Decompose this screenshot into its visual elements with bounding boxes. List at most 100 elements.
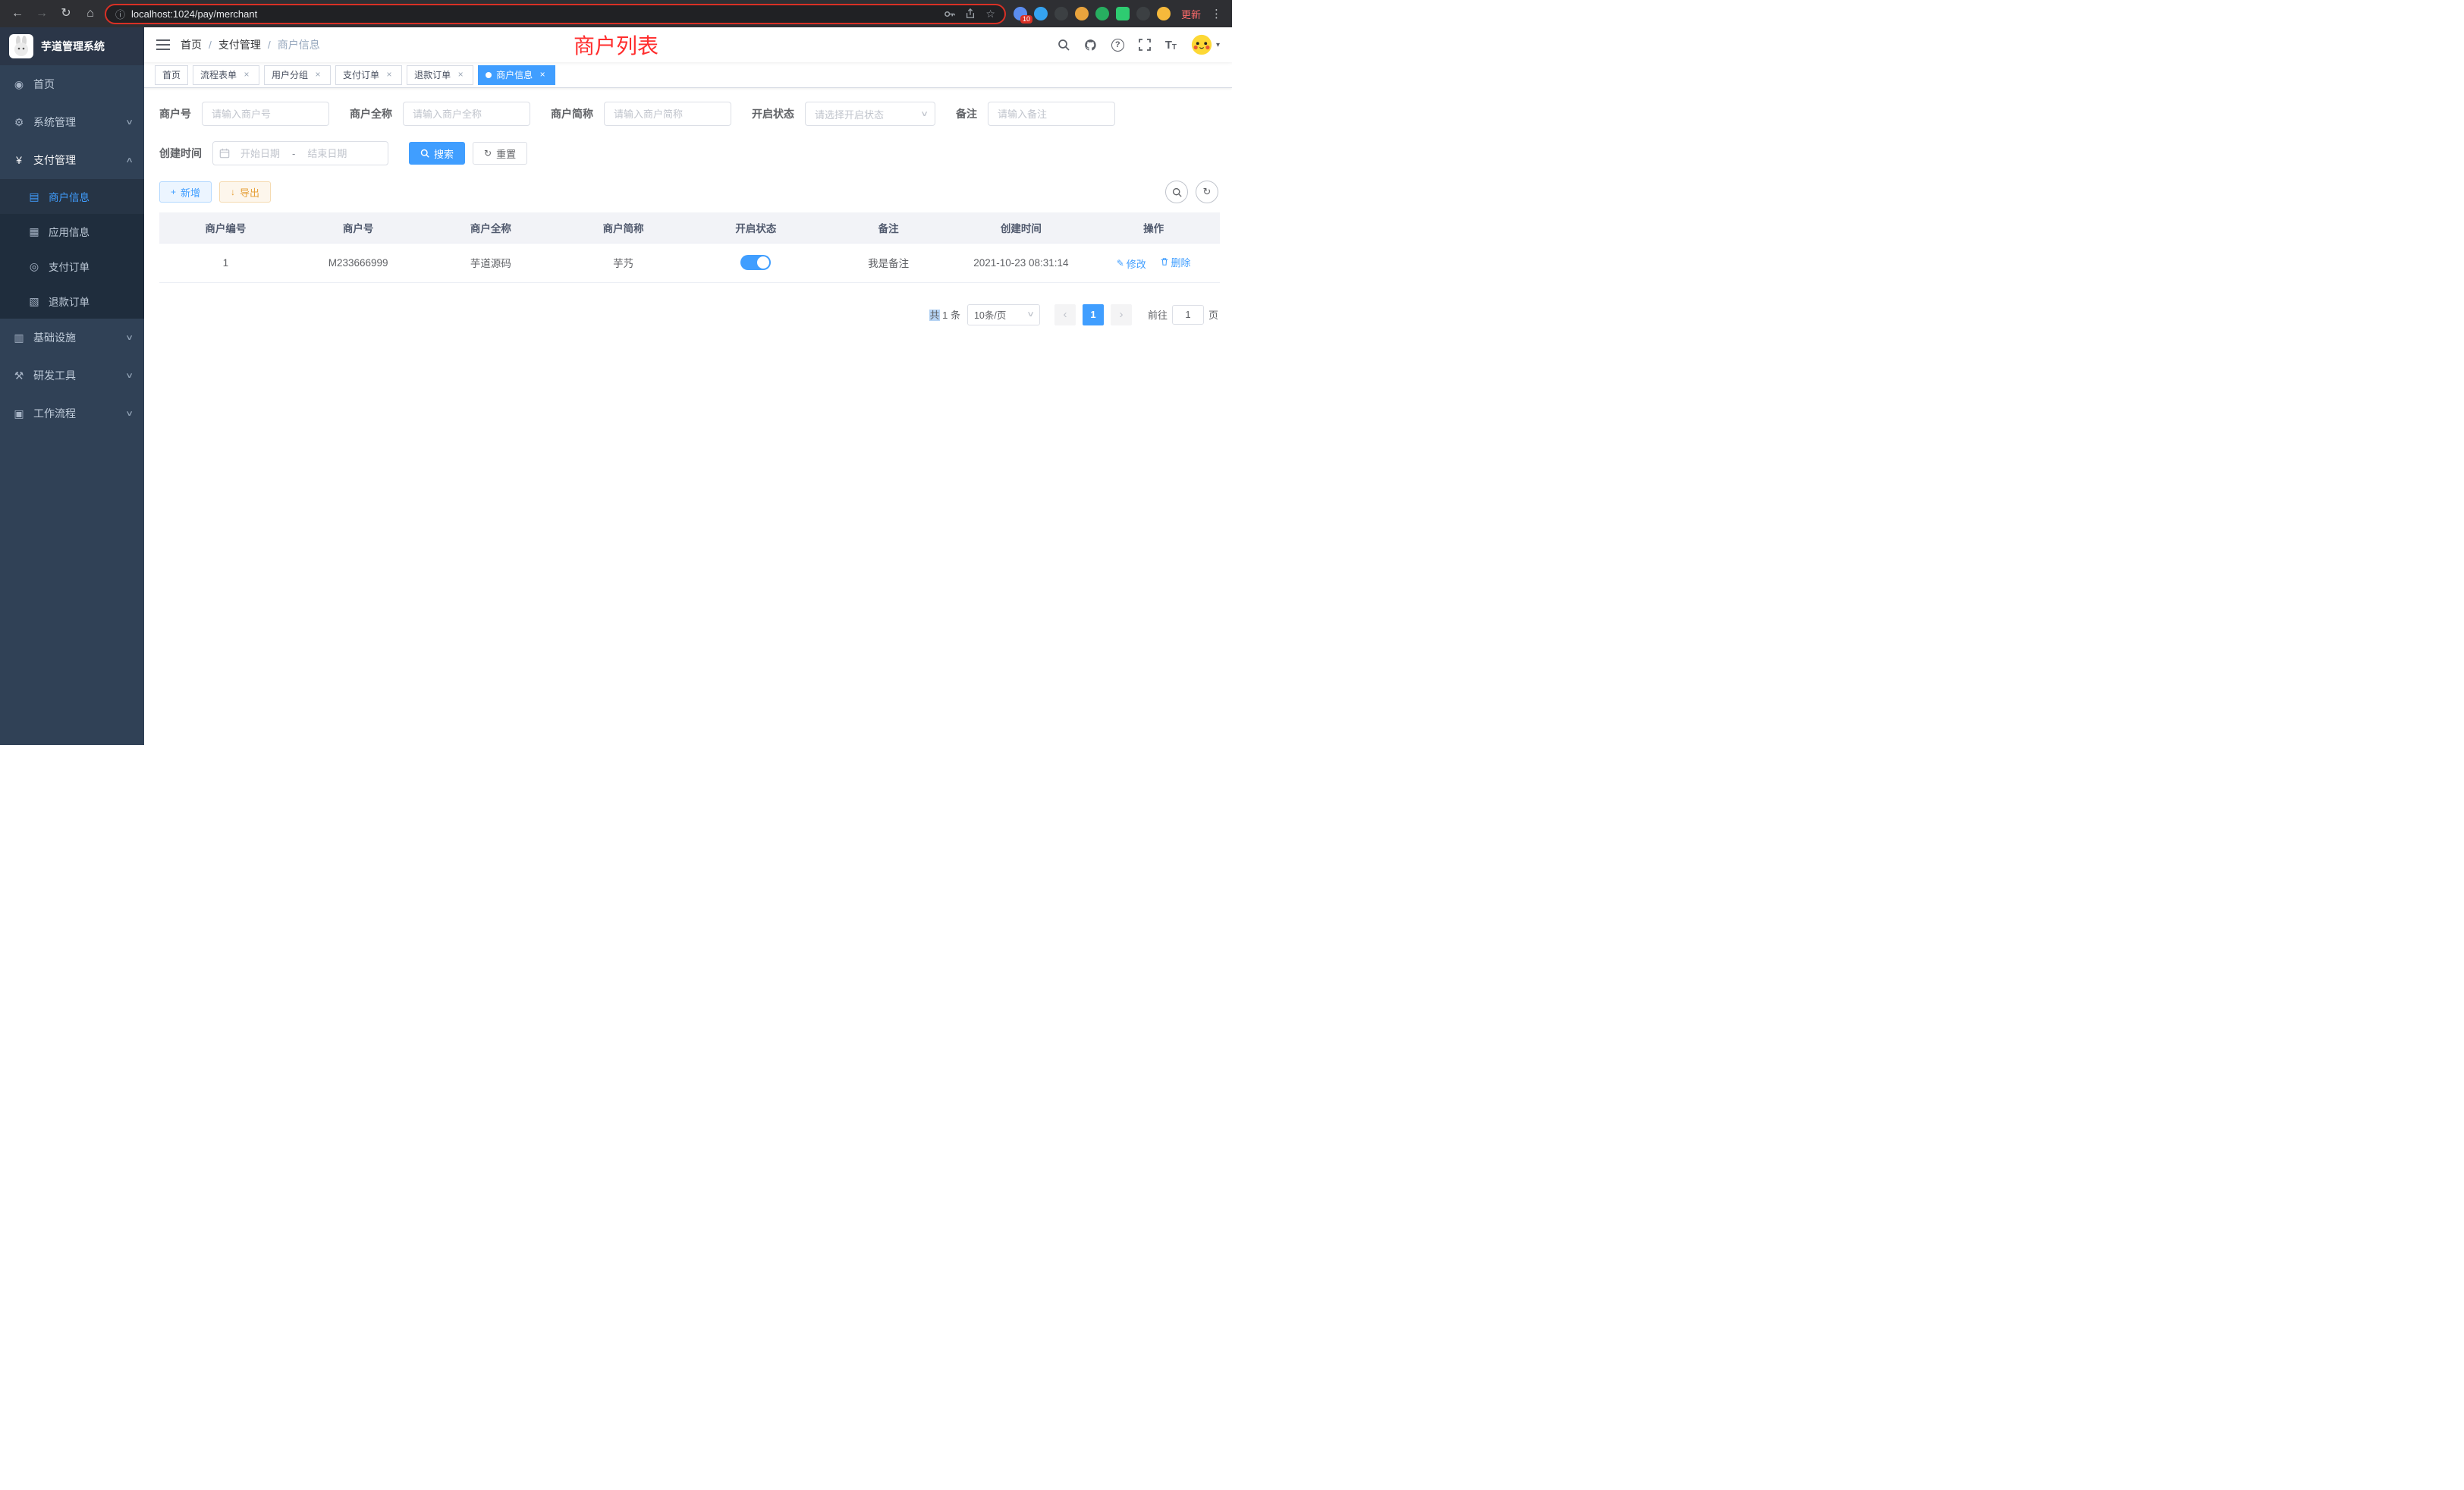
extension-icon[interactable] [1136, 7, 1150, 20]
breadcrumb-current: 商户信息 [278, 37, 320, 52]
header-actions: ? TT ▾ [1058, 34, 1220, 55]
key-icon[interactable] [944, 8, 955, 20]
table-header-row: 商户编号 商户号 商户全称 商户简称 开启状态 备注 创建时间 操作 [159, 212, 1220, 243]
extension-icon[interactable] [1054, 7, 1068, 20]
table-header-merchant-no: 商户号 [292, 212, 425, 243]
extension-icon[interactable] [1116, 7, 1130, 20]
create-time-range-picker[interactable]: - [212, 141, 388, 165]
add-button[interactable]: + 新增 [159, 181, 212, 203]
bookmark-star-icon[interactable]: ☆ [985, 8, 995, 20]
refresh-icon: ↻ [484, 148, 492, 159]
page-info-icon[interactable]: ⓘ [115, 7, 125, 21]
browser-toolbar: ← → ↻ ⌂ ⓘ localhost:1024/pay/merchant ☆ … [0, 0, 1232, 27]
tab-merchant-info[interactable]: 商户信息 × [478, 65, 555, 85]
sidebar-item-dev-tools[interactable]: ⚒ 研发工具 ∨ [0, 357, 144, 395]
breadcrumb-home[interactable]: 首页 [181, 37, 202, 52]
tab-process-form[interactable]: 流程表单 × [193, 65, 259, 85]
short-name-input[interactable] [604, 102, 731, 126]
sidebar-item-pay-order[interactable]: ◎ 支付订单 [0, 249, 144, 284]
search-icon[interactable] [1058, 39, 1070, 51]
extension-icon[interactable]: 10 [1014, 7, 1027, 20]
user-avatar[interactable]: ▾ [1191, 34, 1220, 55]
pagination: 共 1 条 10条/页 ∨ ‹ 1 › 前往 页 [159, 304, 1220, 325]
browser-menu-icon[interactable]: ⋮ [1208, 7, 1224, 20]
page-size-select[interactable]: 10条/页 ∨ [967, 304, 1040, 325]
toggle-search-button[interactable] [1165, 181, 1188, 203]
share-icon[interactable] [965, 8, 976, 19]
sidebar-item-merchant-info[interactable]: ▤ 商户信息 [0, 179, 144, 214]
active-tab-dot [486, 72, 492, 78]
remark-input[interactable] [988, 102, 1115, 126]
breadcrumb-payment[interactable]: 支付管理 [218, 37, 261, 52]
browser-forward-button[interactable]: → [32, 4, 52, 24]
breadcrumb-separator: / [209, 39, 212, 51]
extension-icon[interactable] [1157, 7, 1171, 20]
filter-row-1: 商户号 商户全称 商户简称 开启状态 请选择开启状态 [159, 102, 1220, 126]
hamburger-icon[interactable] [156, 39, 170, 50]
sidebar-item-system[interactable]: ⚙ 系统管理 ∨ [0, 103, 144, 141]
app-logo[interactable]: 芋道管理系统 [0, 27, 144, 65]
tab-user-group[interactable]: 用户分组 × [264, 65, 331, 85]
tab-label: 支付订单 [343, 68, 379, 81]
close-icon[interactable]: × [455, 70, 466, 80]
close-icon[interactable]: × [241, 70, 252, 80]
tags-view: 首页 流程表单 × 用户分组 × 支付订单 × 退款订单 × [144, 62, 1232, 88]
filter-create-time: 创建时间 - [159, 141, 388, 165]
sidebar-item-refund-order[interactable]: ▧ 退款订单 [0, 284, 144, 319]
next-page-button[interactable]: › [1111, 304, 1132, 325]
chevron-down-icon: ∨ [1026, 310, 1035, 319]
text-size-icon[interactable]: TT [1165, 39, 1177, 52]
sidebar-item-label: 商户信息 [49, 189, 132, 204]
status-toggle[interactable] [740, 255, 771, 270]
full-name-input[interactable] [403, 102, 530, 126]
fullscreen-icon[interactable] [1139, 39, 1151, 51]
browser-reload-button[interactable]: ↻ [56, 4, 76, 24]
browser-update-button[interactable]: 更新 [1181, 7, 1201, 21]
extension-badge: 10 [1020, 15, 1032, 24]
github-icon[interactable] [1084, 39, 1097, 52]
page-1-button[interactable]: 1 [1083, 304, 1104, 325]
sidebar-item-home[interactable]: ◉ 首页 [0, 65, 144, 103]
toolbar-right: ↻ [1165, 181, 1220, 203]
sidebar-item-infrastructure[interactable]: ▥ 基础设施 ∨ [0, 319, 144, 357]
merchant-no-input[interactable] [202, 102, 329, 126]
end-date-input[interactable] [300, 148, 354, 159]
reset-button[interactable]: ↻ 重置 [473, 142, 527, 165]
browser-back-button[interactable]: ← [8, 4, 27, 24]
extension-icon[interactable] [1095, 7, 1109, 20]
main-panel: 首页 / 支付管理 / 商户信息 商户列表 ? [144, 27, 1232, 745]
sidebar-item-workflow[interactable]: ▣ 工作流程 ∨ [0, 395, 144, 432]
extension-icon[interactable] [1075, 7, 1089, 20]
sidebar-item-label: 支付订单 [49, 259, 132, 274]
start-date-input[interactable] [233, 148, 288, 159]
close-icon[interactable]: × [537, 70, 548, 80]
export-button[interactable]: ↓ 导出 [219, 181, 271, 203]
filter-remark: 备注 [956, 102, 1115, 126]
tab-pay-order[interactable]: 支付订单 × [335, 65, 402, 85]
close-icon[interactable]: × [313, 70, 323, 80]
edit-button[interactable]: ✎ 修改 [1117, 256, 1146, 271]
prev-page-button[interactable]: ‹ [1054, 304, 1076, 325]
refresh-table-button[interactable]: ↻ [1196, 181, 1218, 203]
card-icon: ▤ [27, 190, 41, 203]
sidebar-item-app-info[interactable]: ▦ 应用信息 [0, 214, 144, 249]
goto-page-input[interactable] [1172, 305, 1204, 325]
cell-merchant-id: 1 [159, 243, 292, 282]
app-logo-icon [9, 34, 33, 58]
delete-button[interactable]: 删除 [1160, 255, 1191, 269]
chevron-down-icon: ∨ [125, 372, 134, 380]
help-icon[interactable]: ? [1111, 39, 1124, 52]
tab-home[interactable]: 首页 [155, 65, 188, 85]
search-button[interactable]: 搜索 [409, 142, 465, 165]
text-size-large: T [1165, 39, 1172, 52]
close-icon[interactable]: × [384, 70, 394, 80]
order-icon: ◎ [27, 260, 41, 273]
sidebar-item-payment[interactable]: ¥ 支付管理 ∧ [0, 141, 144, 179]
extension-icon[interactable] [1034, 7, 1048, 20]
status-select[interactable]: 请选择开启状态 ∨ [805, 102, 935, 126]
total-count-highlight: 共 [929, 310, 939, 321]
address-bar[interactable]: ⓘ localhost:1024/pay/merchant ☆ [105, 4, 1006, 24]
tab-refund-order[interactable]: 退款订单 × [407, 65, 473, 85]
browser-home-button[interactable]: ⌂ [80, 4, 100, 24]
merchant-table: 商户编号 商户号 商户全称 商户简称 开启状态 备注 创建时间 操作 1 [159, 212, 1220, 283]
